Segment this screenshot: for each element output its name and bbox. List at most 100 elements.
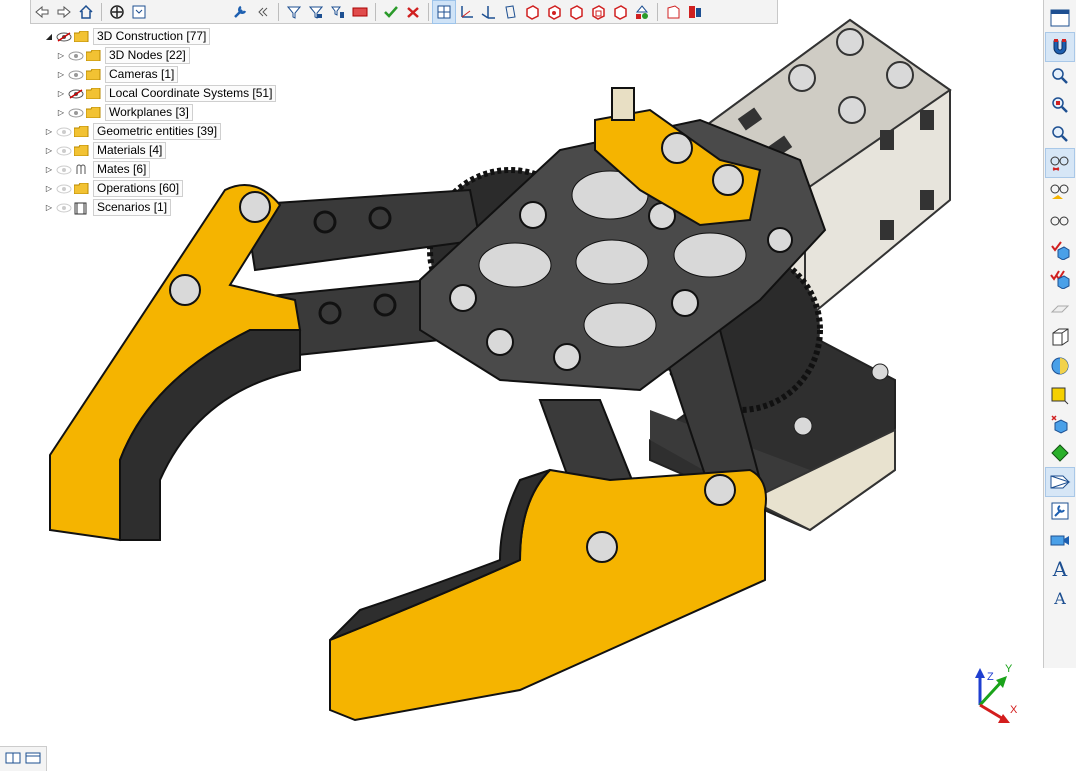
single-view-icon[interactable] xyxy=(25,752,41,767)
plane-disabled-icon[interactable] xyxy=(1046,294,1074,322)
right-toolbar: A A xyxy=(1043,0,1076,668)
check-filter-icon[interactable] xyxy=(380,1,402,23)
axis-triad: Z Y X xyxy=(975,663,1018,723)
cube-1-icon[interactable] xyxy=(521,1,543,23)
folder-icon xyxy=(73,125,89,138)
glasses-hide-icon[interactable] xyxy=(1045,148,1075,178)
wrench-icon[interactable] xyxy=(230,1,252,23)
caret-down-icon[interactable]: ◢ xyxy=(44,32,54,41)
zoom-fit-icon[interactable] xyxy=(1046,120,1074,148)
folder-icon xyxy=(85,68,101,81)
glasses-icon[interactable] xyxy=(1046,207,1074,235)
wizard-icon[interactable] xyxy=(684,1,706,23)
tree-item-label: Local Coordinate Systems [51] xyxy=(105,85,277,102)
filter-alt-icon[interactable] xyxy=(305,1,327,23)
tree-item-geometric-entities[interactable]: ▷ Geometric entities [39] xyxy=(44,122,304,141)
text-small-icon[interactable]: A xyxy=(1046,584,1074,612)
glasses-plane-icon[interactable] xyxy=(1046,178,1074,206)
tree-item-label: Scenarios [1] xyxy=(93,199,172,216)
eye-icon[interactable] xyxy=(56,146,72,156)
zoom-window-icon[interactable] xyxy=(1046,91,1074,119)
eye-icon[interactable] xyxy=(56,184,72,194)
split-view-icon[interactable] xyxy=(5,752,21,767)
main-toolbar xyxy=(30,0,778,24)
caret-right-icon[interactable]: ▷ xyxy=(56,108,66,117)
tree-item-local-coordinate-systems[interactable]: ▷ Local Coordinate Systems [51] xyxy=(44,84,304,103)
caret-right-icon[interactable]: ▷ xyxy=(44,165,54,174)
model-tree: ◢ 3D Construction [77] ▷ 3D Nodes [22] ▷… xyxy=(44,27,304,217)
caret-right-icon[interactable]: ▷ xyxy=(44,127,54,136)
caret-right-icon[interactable]: ▷ xyxy=(44,146,54,155)
bottom-view-tabs xyxy=(0,746,47,771)
home-icon[interactable] xyxy=(75,1,97,23)
green-diamond-icon[interactable] xyxy=(1046,439,1074,467)
magnet-icon[interactable] xyxy=(1045,32,1075,62)
cube-4-icon[interactable] xyxy=(587,1,609,23)
x-filter-icon[interactable] xyxy=(402,1,424,23)
cube-x-icon[interactable] xyxy=(1046,410,1074,438)
tree-item-workplanes[interactable]: ▷ Workplanes [3] xyxy=(44,103,304,122)
view-front-icon[interactable] xyxy=(432,0,456,24)
cube-3-icon[interactable] xyxy=(565,1,587,23)
axes-alt-icon[interactable] xyxy=(477,1,499,23)
toolbar-separator xyxy=(428,2,429,21)
target-icon[interactable] xyxy=(106,1,128,23)
camera-icon[interactable] xyxy=(1046,526,1074,554)
axis-x-label: X xyxy=(1010,704,1018,716)
toolbar-separator xyxy=(375,2,376,21)
sphere-icon[interactable] xyxy=(1046,352,1074,380)
cube-2-icon[interactable] xyxy=(543,1,565,23)
eye-icon[interactable] xyxy=(56,203,72,213)
eye-icon[interactable] xyxy=(68,51,84,61)
tree-item-label: Operations [60] xyxy=(93,180,184,197)
eye-icon[interactable] xyxy=(56,165,72,175)
folder-icon xyxy=(73,144,89,157)
tree-item-materials[interactable]: ▷ Materials [4] xyxy=(44,141,304,160)
eye-icon[interactable] xyxy=(68,108,84,118)
axes-icon[interactable] xyxy=(455,1,477,23)
section-view-icon[interactable] xyxy=(1045,467,1075,497)
double-chevron-left-icon[interactable] xyxy=(252,1,274,23)
tree-item-operations[interactable]: ▷ Operations [60] xyxy=(44,179,304,198)
caret-right-icon[interactable]: ▷ xyxy=(44,184,54,193)
panel-layout-icon[interactable] xyxy=(1046,4,1074,32)
shapes-icon[interactable] xyxy=(631,1,653,23)
double-check-cube-icon[interactable] xyxy=(1046,265,1074,293)
toolbar-separator xyxy=(657,2,658,21)
eye-hidden-icon[interactable] xyxy=(68,88,84,99)
folder-icon xyxy=(73,30,89,43)
caret-right-icon[interactable]: ▷ xyxy=(56,70,66,79)
filter-icon[interactable] xyxy=(283,1,305,23)
eye-icon[interactable] xyxy=(56,127,72,137)
collapse-icon[interactable] xyxy=(128,1,150,23)
axis-z-label: Z xyxy=(987,671,994,683)
caret-right-icon[interactable]: ▷ xyxy=(44,203,54,212)
filter-tree-icon[interactable] xyxy=(327,1,349,23)
folder-icon xyxy=(85,106,101,119)
back-arrow-icon[interactable] xyxy=(31,1,53,23)
tree-item-3d-nodes[interactable]: ▷ 3D Nodes [22] xyxy=(44,46,304,65)
page-icon[interactable] xyxy=(662,1,684,23)
yellow-square-icon[interactable] xyxy=(1046,381,1074,409)
eye-hidden-icon[interactable] xyxy=(56,31,72,42)
lower-jaw xyxy=(329,468,767,722)
check-cube-icon[interactable] xyxy=(1046,236,1074,264)
rect-select-icon[interactable] xyxy=(349,1,371,23)
tree-item-cameras[interactable]: ▷ Cameras [1] xyxy=(44,65,304,84)
text-large-icon[interactable]: A xyxy=(1046,555,1074,583)
tree-item-3d-construction[interactable]: ◢ 3D Construction [77] xyxy=(44,27,304,46)
box-outline-icon[interactable] xyxy=(1046,323,1074,351)
film-icon xyxy=(74,202,89,215)
tree-item-scenarios[interactable]: ▷ Scenarios [1] xyxy=(44,198,304,217)
tree-item-label: 3D Construction [77] xyxy=(93,28,211,45)
toolbar-separator xyxy=(101,2,102,21)
cylinder-icon[interactable] xyxy=(499,1,521,23)
tree-item-mates[interactable]: ▷ Mates [6] xyxy=(44,160,304,179)
wrench-panel-icon[interactable] xyxy=(1046,497,1074,525)
cube-5-icon[interactable] xyxy=(609,1,631,23)
forward-arrow-icon[interactable] xyxy=(53,1,75,23)
caret-right-icon[interactable]: ▷ xyxy=(56,89,66,98)
eye-icon[interactable] xyxy=(68,70,84,80)
caret-right-icon[interactable]: ▷ xyxy=(56,51,66,60)
zoom-in-icon[interactable] xyxy=(1046,62,1074,90)
